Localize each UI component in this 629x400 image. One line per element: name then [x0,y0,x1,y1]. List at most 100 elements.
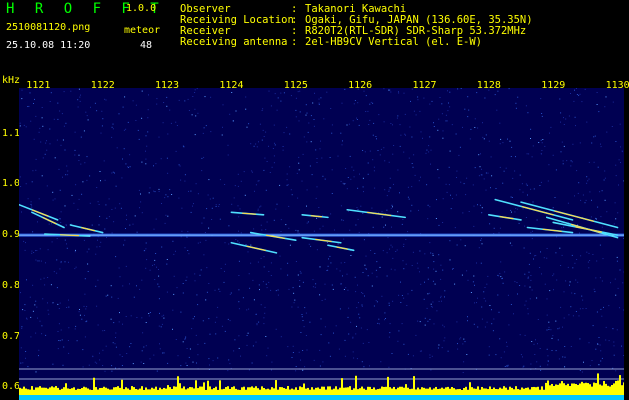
noise-speck [111,126,113,128]
noise-speck [351,166,353,168]
noise-speck [30,203,32,205]
noise-speck [311,174,313,176]
signal-bar [483,388,485,395]
noise-speck [33,252,35,253]
noise-speck [619,123,621,125]
noise-speck [160,158,162,160]
noise-speck [90,106,91,108]
noise-speck [41,175,43,177]
noise-speck [483,297,485,299]
signal-bar [373,387,375,395]
noise-speck [152,264,153,266]
signal-bar [515,386,517,395]
signal-bar [471,387,473,395]
signal-bar [293,389,295,395]
noise-speck [454,227,456,229]
noise-speck [31,252,33,254]
noise-speck [472,184,474,186]
signal-bar [281,387,283,395]
noise-speck [195,115,197,117]
signal-bar [375,389,377,395]
signal-bar [93,377,95,395]
noise-speck [396,249,398,251]
noise-speck [206,267,208,269]
noise-speck [227,154,229,156]
noise-speck [520,354,522,356]
noise-speck [429,354,431,356]
noise-speck [357,218,359,220]
noise-speck [320,140,321,142]
signal-bar [493,387,495,395]
noise-speck [53,271,55,273]
noise-speck [98,204,100,205]
noise-speck [123,148,125,150]
noise-speck [466,177,468,179]
noise-speck [523,365,525,367]
noise-speck [549,290,551,292]
noise-speck [138,138,140,140]
noise-speck [215,206,217,207]
noise-speck [460,88,462,89]
noise-speck [356,307,358,309]
noise-speck [446,191,448,193]
noise-speck [266,161,268,162]
noise-speck [462,126,463,128]
noise-speck [361,361,363,363]
noise-speck [259,289,260,291]
noise-speck [238,260,240,262]
noise-speck [464,341,466,343]
noise-speck [105,295,107,297]
noise-speck [239,208,241,210]
noise-speck [528,263,530,265]
noise-speck [44,153,46,155]
noise-speck [176,125,178,126]
signal-bar [467,389,469,395]
noise-speck [449,91,451,93]
noise-speck [532,230,533,232]
signal-bar [205,389,207,395]
noise-speck [480,153,481,155]
signal-bar [135,389,137,395]
signal-bar [157,389,159,395]
noise-speck [359,173,360,175]
signal-bar [585,382,587,395]
noise-speck [595,217,596,219]
noise-speck [575,311,577,312]
signal-bar [481,386,483,395]
noise-speck [39,248,41,250]
noise-speck [379,323,380,325]
noise-speck [551,350,553,351]
noise-speck [194,134,196,136]
noise-speck [35,371,37,373]
noise-speck [290,95,292,97]
noise-speck [129,224,131,226]
noise-speck [79,314,81,316]
noise-speck [141,161,143,163]
noise-speck [350,178,352,180]
noise-speck [582,308,584,310]
noise-speck [209,333,211,335]
noise-speck [188,110,190,111]
noise-speck [97,279,99,281]
noise-speck [376,138,377,140]
noise-speck [270,289,272,291]
signal-bar [151,387,153,395]
noise-speck [221,134,223,136]
noise-speck [533,188,535,190]
noise-speck [514,281,516,283]
noise-speck [145,163,147,165]
signal-bar [133,387,135,395]
noise-speck [42,298,44,300]
noise-speck [38,260,40,262]
signal-bar [593,382,595,395]
noise-speck [363,191,364,193]
noise-speck [166,157,168,159]
noise-speck [218,204,220,205]
noise-speck [509,140,511,142]
signal-bar [453,388,455,395]
signal-bar [287,386,289,395]
noise-speck [231,92,233,93]
signal-bar [115,387,117,395]
noise-speck [295,366,297,367]
noise-speck [547,364,549,366]
